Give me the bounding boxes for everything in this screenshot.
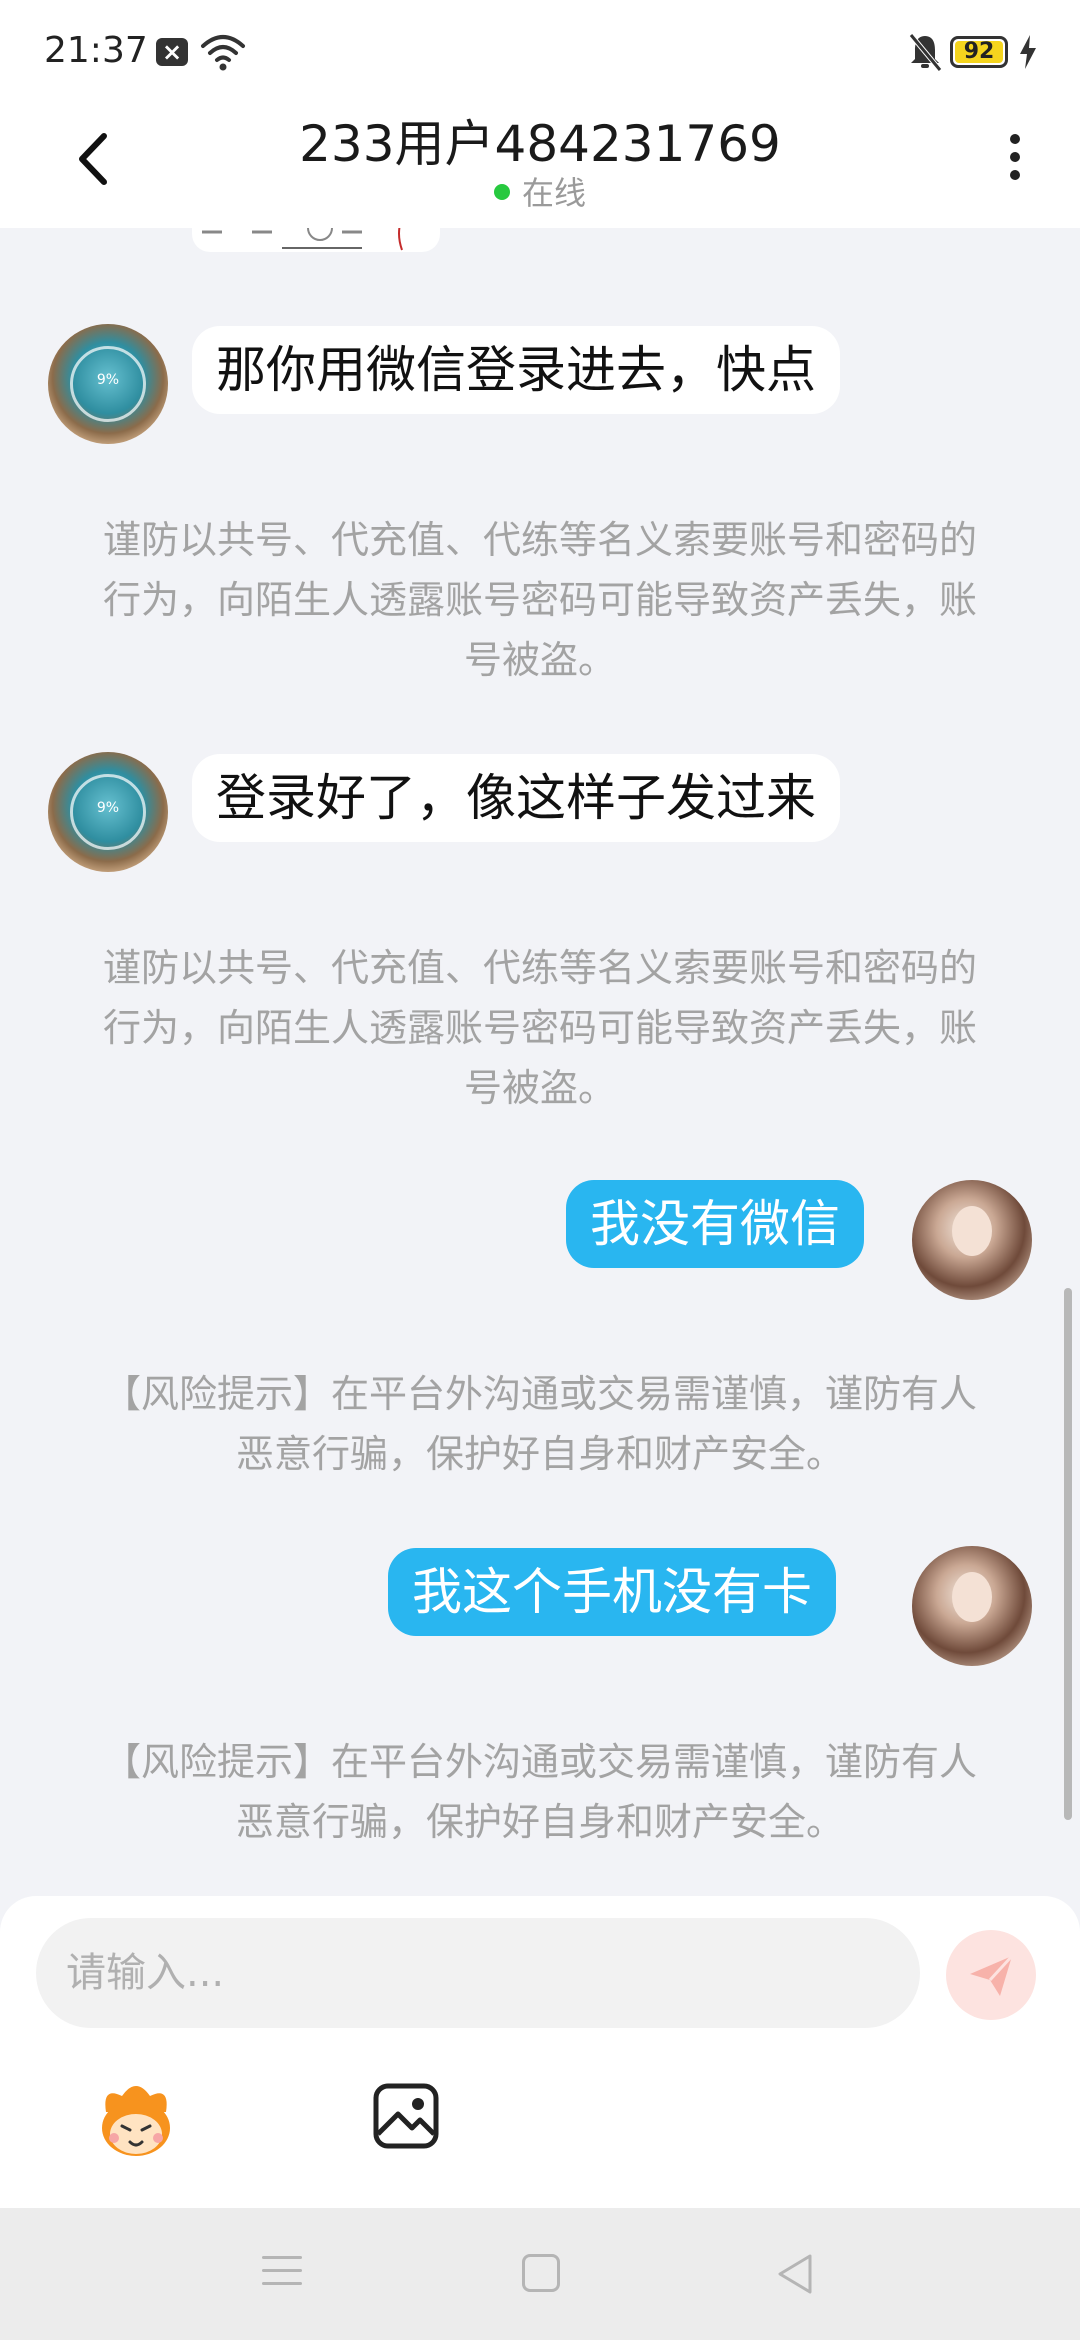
contact-avatar[interactable]: 9% — [48, 324, 168, 444]
contact-name: 233用户484231769 — [299, 115, 781, 173]
risk-warning-notice: 【风险提示】在平台外沟通或交易需谨慎，谨防有人恶意行骗，保护好自身和财产安全。 — [102, 1372, 977, 1476]
close-notification-icon: × — [156, 38, 188, 66]
battery-icon: 92 — [950, 36, 1008, 68]
online-status-label: 在线 — [521, 174, 586, 212]
online-dot-icon — [493, 184, 510, 200]
charging-bolt-icon — [1020, 35, 1036, 69]
my-avatar[interactable] — [912, 1546, 1032, 1666]
wifi-icon — [201, 35, 245, 71]
chat-header: 233用户484231769 在线 — [0, 100, 1080, 228]
emoji-sticker-icon[interactable] — [92, 2076, 180, 2164]
send-button[interactable] — [946, 1930, 1036, 2020]
recent-apps-icon[interactable] — [262, 2256, 302, 2296]
outgoing-message-bubble[interactable]: 我没有微信 — [566, 1180, 864, 1268]
status-bar: 21:37 × 92 — [0, 0, 1080, 100]
risk-warning-notice: 【风险提示】在平台外沟通或交易需谨慎，谨防有人恶意行骗，保护好自身和财产安全。 — [102, 1740, 977, 1844]
image-picker-icon[interactable] — [370, 2080, 442, 2152]
avatar-label: 9% — [96, 372, 120, 388]
back-triangle-icon[interactable] — [774, 2252, 814, 2296]
outgoing-message-bubble[interactable]: 我这个手机没有卡 — [388, 1548, 836, 1636]
security-notice: 谨防以共号、代充值、代练等名义索要账号和密码的行为，向陌生人透露账号密码可能导致… — [102, 518, 977, 682]
image-message-thumbnail[interactable] — [192, 228, 440, 252]
system-navigation-bar — [0, 2208, 1080, 2340]
home-icon[interactable] — [522, 2254, 560, 2292]
status-time: 21:37 — [44, 30, 148, 71]
bell-muted-icon — [909, 33, 942, 72]
my-avatar[interactable] — [912, 1180, 1032, 1300]
battery-level: 92 — [955, 41, 1003, 63]
incoming-message-bubble[interactable]: 那你用微信登录进去，快点 — [192, 326, 840, 414]
message-input[interactable] — [36, 1918, 920, 2028]
incoming-message-bubble[interactable]: 登录好了，像这样子发过来 — [192, 754, 840, 842]
contact-avatar[interactable]: 9% — [48, 752, 168, 872]
security-notice: 谨防以共号、代充值、代练等名义索要账号和密码的行为，向陌生人透露账号密码可能导致… — [102, 946, 977, 1110]
avatar-label: 9% — [96, 800, 120, 816]
send-icon — [970, 1954, 1014, 1996]
online-status: 在线 — [0, 168, 1080, 214]
scrollbar[interactable] — [1064, 1288, 1072, 1820]
more-options-icon[interactable] — [1000, 128, 1030, 198]
message-list[interactable]: 9% 那你用微信登录进去，快点 谨防以共号、代充值、代练等名义索要账号和密码的行… — [0, 228, 1080, 1896]
composer — [0, 1896, 1080, 2208]
